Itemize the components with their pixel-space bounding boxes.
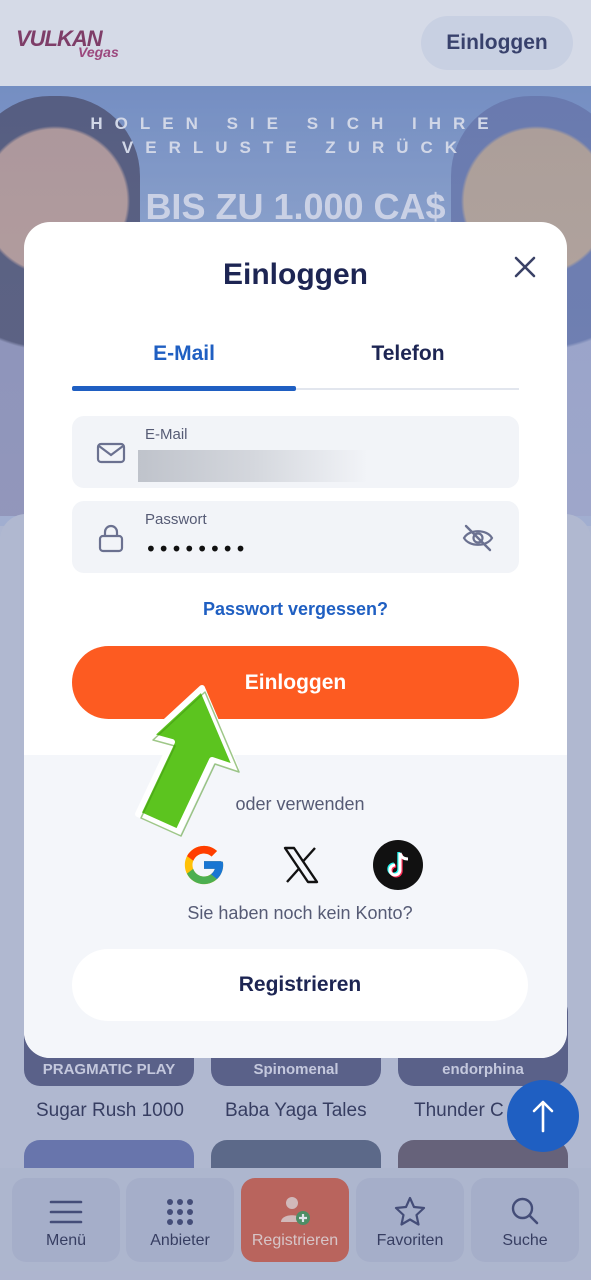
email-input[interactable] — [138, 450, 368, 482]
close-icon — [514, 256, 536, 278]
no-account-text: Sie haben noch kein Konto? — [187, 903, 413, 923]
tab-email[interactable]: E-Mail — [72, 342, 296, 366]
arrow-up-icon — [532, 1100, 554, 1133]
email-field[interactable]: E-Mail — [72, 416, 519, 488]
lock-icon — [98, 524, 124, 553]
password-input[interactable]: •••••••• — [145, 537, 365, 561]
scroll-to-top-button[interactable] — [507, 1080, 579, 1152]
x-login-button[interactable] — [276, 840, 326, 890]
tab-active-indicator — [72, 386, 296, 391]
email-field-label: E-Mail — [145, 426, 188, 443]
pointer-arrow-icon — [135, 685, 240, 837]
tab-phone[interactable]: Telefon — [296, 342, 520, 366]
login-modal: Einloggen E-Mail Telefon E-Mail Passwort… — [24, 222, 567, 1058]
register-button[interactable]: Registrieren — [72, 949, 528, 1021]
password-field[interactable]: Passwort •••••••• — [72, 501, 519, 573]
tiktok-icon — [387, 852, 409, 878]
modal-title: Einloggen — [223, 258, 368, 291]
close-button[interactable] — [508, 250, 542, 284]
password-field-label: Passwort — [145, 511, 207, 528]
forgot-password-link[interactable]: Passwort vergessen? — [24, 599, 567, 620]
or-use-label: oder verwenden — [235, 794, 365, 814]
eye-off-icon[interactable] — [462, 523, 494, 553]
tiktok-login-button[interactable] — [373, 840, 423, 890]
x-icon — [283, 846, 319, 884]
mail-icon — [96, 442, 126, 464]
